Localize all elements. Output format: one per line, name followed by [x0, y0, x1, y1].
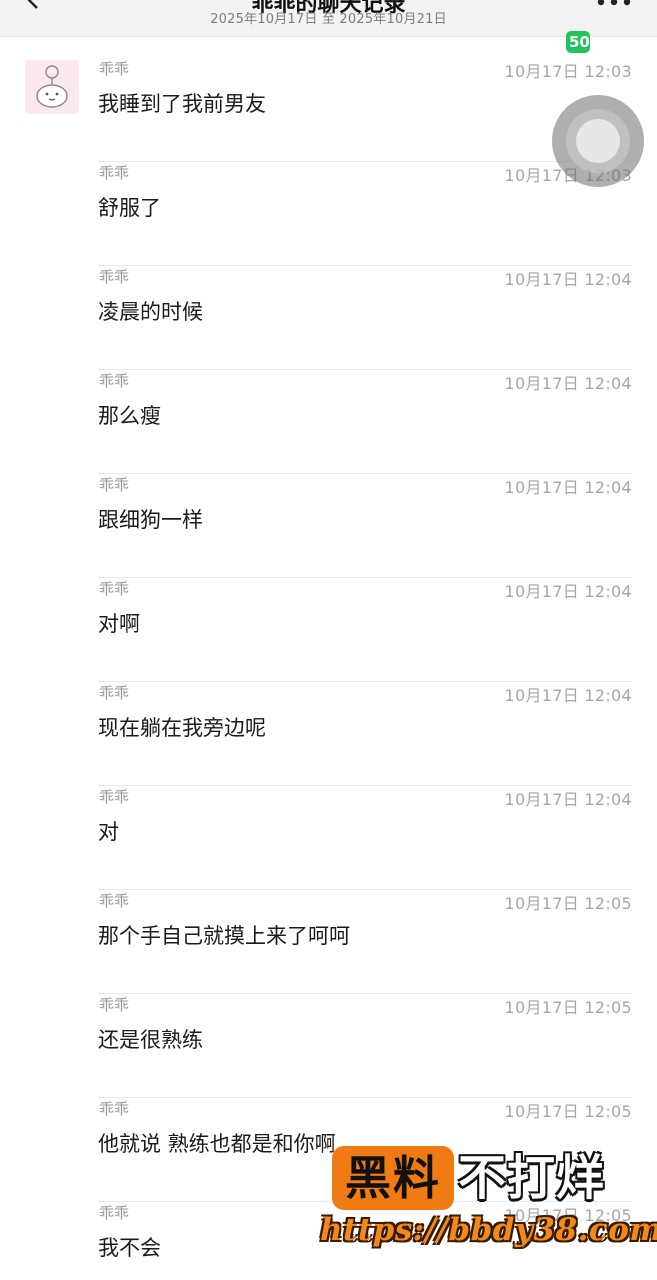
nav-header: 乖乖的聊天记录 2025年10月17日 至 2025年10月21日 [0, 0, 657, 37]
message-time: 10月17日 12:05 [504, 1102, 632, 1121]
message-sender: 乖乖 [99, 996, 130, 1014]
message-item[interactable]: 乖乖 10月17日 12:04 现在躺在我旁边呢 [98, 682, 632, 786]
message-sender: 乖乖 [99, 1100, 130, 1118]
message-text: 舒服了 [98, 196, 161, 220]
message-item[interactable]: 乖乖 10月17日 12:04 凌晨的时候 [98, 266, 632, 370]
message-sender: 乖乖 [99, 1204, 130, 1222]
message-time: 10月17日 12:03 [504, 62, 632, 81]
message-sender: 乖乖 [99, 892, 130, 910]
message-sender: 乖乖 [99, 60, 130, 78]
message-item[interactable]: 乖乖 10月17日 12:04 那么瘦 [98, 370, 632, 474]
status-badge: 50 [566, 31, 590, 53]
message-item[interactable]: 乖乖 10月17日 12:03 舒服了 [98, 162, 632, 266]
message-text: 还是很熟练 [98, 1028, 203, 1052]
message-time: 10月17日 12:04 [504, 478, 632, 497]
message-item[interactable]: 乖乖 10月17日 12:04 对 [98, 786, 632, 890]
message-text: 现在躺在我旁边呢 [98, 716, 266, 740]
message-text: 对啊 [98, 612, 140, 636]
message-time: 10月17日 12:05 [504, 894, 632, 913]
watermark-url: https://bbdy38.com [320, 1212, 657, 1248]
avatar-cartoon-icon [25, 60, 79, 114]
message-text: 那个手自己就摸上来了呵呵 [98, 924, 350, 948]
message-time: 10月17日 12:04 [504, 686, 632, 705]
message-time: 10月17日 12:05 [504, 998, 632, 1017]
message-sender: 乖乖 [99, 268, 130, 286]
date-range: 2025年10月17日 至 2025年10月21日 [210, 12, 447, 27]
message-text: 我睡到了我前男友 [98, 92, 266, 116]
more-options-icon[interactable] [597, 0, 631, 6]
watermark-box-text: 黑料 [332, 1146, 454, 1210]
message-sender: 乖乖 [99, 372, 130, 390]
avatar[interactable] [25, 60, 79, 114]
message-text: 那么瘦 [98, 404, 161, 428]
message-sender: 乖乖 [99, 476, 130, 494]
message-text: 他就说 熟练也都是和你啊 [98, 1132, 336, 1156]
chat-history-page: 乖乖的聊天记录 2025年10月17日 至 2025年10月21日 50 乖乖 … [0, 0, 657, 1280]
message-item[interactable]: 乖乖 10月17日 12:04 跟细狗一样 [98, 474, 632, 578]
message-time: 10月17日 12:04 [504, 374, 632, 393]
message-sender: 乖乖 [99, 684, 130, 702]
assistive-touch-button[interactable] [552, 95, 644, 187]
watermark-logo: 黑料 不打烊 https://bbdy38.com [318, 1142, 657, 1280]
message-item[interactable]: 乖乖 10月17日 12:04 对啊 [98, 578, 632, 682]
message-item[interactable]: 乖乖 10月17日 12:05 还是很熟练 [98, 994, 632, 1098]
message-sender: 乖乖 [99, 580, 130, 598]
assistive-touch-core [576, 119, 620, 163]
message-text: 我不会 [98, 1236, 161, 1260]
message-time: 10月17日 12:04 [504, 582, 632, 601]
message-sender: 乖乖 [99, 788, 130, 806]
message-sender: 乖乖 [99, 164, 130, 182]
watermark-side-text: 不打烊 [458, 1150, 606, 1206]
message-text: 对 [98, 820, 119, 844]
message-time: 10月17日 12:04 [504, 790, 632, 809]
message-text: 凌晨的时候 [98, 300, 203, 324]
message-item[interactable]: 乖乖 10月17日 12:05 那个手自己就摸上来了呵呵 [98, 890, 632, 994]
message-text: 跟细狗一样 [98, 508, 203, 532]
message-time: 10月17日 12:04 [504, 270, 632, 289]
